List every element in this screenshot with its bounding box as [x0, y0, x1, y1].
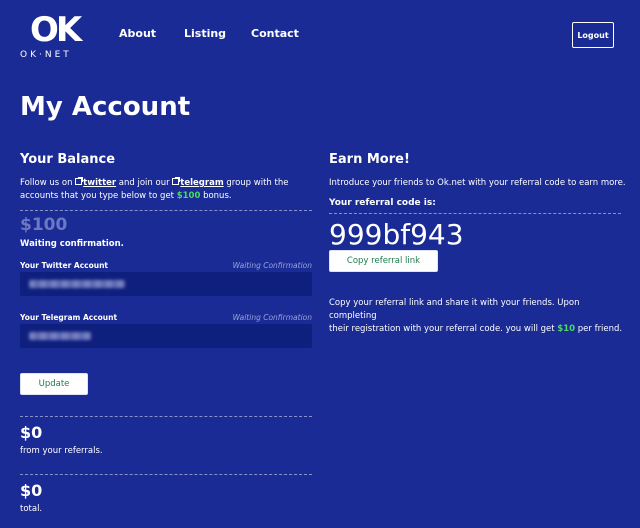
- balance-heading: Your Balance: [20, 152, 116, 167]
- intro-text: group with the: [223, 178, 289, 188]
- pending-status: Waiting confirmation.: [20, 239, 124, 249]
- desc-text: their registration with your referral co…: [329, 324, 558, 334]
- pending-amount: $100: [20, 215, 68, 235]
- desc-text: per friend.: [575, 324, 623, 334]
- divider: [20, 210, 312, 211]
- telegram-field-label: Your Telegram Account: [20, 313, 118, 322]
- logout-button[interactable]: Logout: [572, 22, 614, 48]
- divider: [20, 474, 312, 475]
- nav-contact[interactable]: Contact: [251, 27, 299, 40]
- intro-text: Follow us on: [20, 178, 76, 188]
- referral-earnings: $0: [20, 423, 43, 442]
- earn-description: Copy your referral link and share it wit…: [329, 297, 629, 336]
- referral-code: 999bf943: [329, 218, 464, 251]
- telegram-link[interactable]: telegram: [180, 178, 223, 188]
- balance-intro: Follow us on twitter and join our telegr…: [20, 177, 315, 203]
- referral-caption: from your referrals.: [20, 446, 103, 456]
- redacted-value: [29, 280, 125, 288]
- site-header: OK OK·NET About Listing Contact Logout: [0, 0, 640, 70]
- total-earnings: $0: [20, 481, 43, 500]
- intro-text: and join our: [116, 178, 173, 188]
- total-caption: total.: [20, 504, 43, 514]
- telegram-account-input[interactable]: [20, 324, 312, 348]
- referral-code-label: Your referral code is:: [329, 198, 436, 208]
- desc-text: Copy your referral link and share it wit…: [329, 298, 580, 321]
- reward-amount: $10: [557, 324, 576, 334]
- redacted-value: [29, 332, 91, 340]
- update-button[interactable]: Update: [20, 373, 88, 395]
- page-title: My Account: [20, 92, 191, 122]
- twitter-field-label: Your Twitter Account: [20, 261, 109, 270]
- logo-subtitle: OK·NET: [20, 50, 72, 60]
- external-link-icon: [172, 177, 181, 185]
- logo-mark: OK: [30, 10, 82, 50]
- copy-referral-link-button[interactable]: Copy referral link: [329, 250, 438, 272]
- twitter-field-status: Waiting Confirmation: [232, 261, 312, 270]
- nav-about[interactable]: About: [119, 27, 156, 40]
- nav-listing[interactable]: Listing: [184, 27, 226, 40]
- telegram-field-status: Waiting Confirmation: [232, 313, 312, 322]
- twitter-account-input[interactable]: [20, 272, 312, 296]
- earn-heading: Earn More!: [329, 152, 410, 167]
- divider: [20, 416, 312, 417]
- intro-text: accounts that you type below to get: [20, 191, 177, 201]
- intro-text: bonus.: [200, 191, 232, 201]
- earn-intro: Introduce your friends to Ok.net with yo…: [329, 178, 626, 188]
- bonus-amount: $100: [176, 191, 201, 201]
- twitter-link[interactable]: twitter: [83, 178, 116, 188]
- divider: [329, 213, 621, 214]
- external-link-icon: [75, 177, 84, 185]
- okn-logo[interactable]: OK OK·NET: [20, 10, 96, 62]
